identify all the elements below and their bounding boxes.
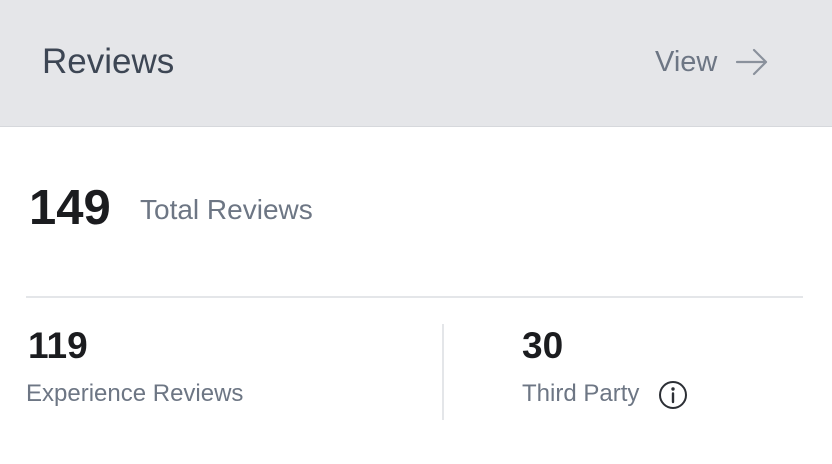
horizontal-divider: [26, 296, 803, 298]
vertical-divider: [442, 324, 444, 420]
reviews-card: Reviews View 149 Total Reviews 119 Exper…: [0, 0, 832, 464]
total-reviews-label: Total Reviews: [140, 194, 313, 225]
view-link[interactable]: View: [655, 38, 769, 86]
reviews-header: Reviews View: [0, 0, 832, 127]
experience-reviews-count: 119: [28, 325, 88, 366]
third-party-count: 30: [522, 325, 564, 366]
arrow-right-icon[interactable]: [735, 45, 769, 79]
header-title: Reviews: [42, 42, 175, 81]
view-label[interactable]: View: [655, 38, 717, 86]
experience-reviews-label: Experience Reviews: [26, 380, 244, 407]
third-party-label: Third Party: [522, 380, 640, 407]
total-reviews-count: 149: [29, 181, 111, 235]
info-icon[interactable]: [658, 380, 688, 410]
